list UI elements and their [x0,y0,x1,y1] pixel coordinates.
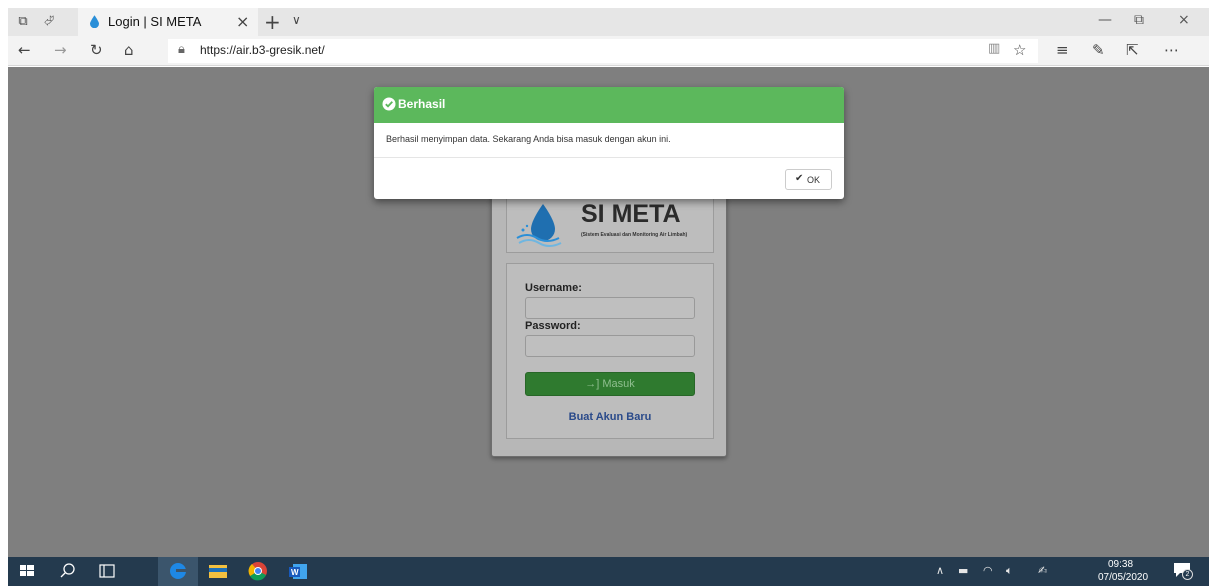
login-form: Username: Password: →] Masuk Buat Akun B… [506,263,714,439]
notification-count: 2 [1182,569,1193,580]
forward-icon[interactable]: → [54,41,67,59]
new-tab-icon[interactable]: + [264,10,281,34]
success-dialog: Berhasil Berhasil menyimpan data. Sekara… [374,87,844,199]
minimize-icon[interactable]: — [1098,12,1112,28]
restore-icon[interactable]: ⧉ [1134,12,1144,28]
clock-date[interactable]: 07/05/2020 [1098,572,1148,583]
check-icon: ✔ [795,173,804,184]
home-icon[interactable]: ⌂ [124,41,134,59]
password-label: Password: [525,320,581,332]
sign-in-icon: →] [585,378,600,390]
windows-taskbar: W ∧ ▬ ◠ 🔈︎ ✍ 09:38 07/05/2020 2 [8,557,1209,586]
search-icon[interactable] [48,557,88,586]
dialog-body: Berhasil menyimpan data. Sekarang Anda b… [374,123,844,158]
water-drop-icon [90,15,99,28]
share-icon[interactable]: ⇱ [1126,41,1139,59]
clock-time[interactable]: 09:38 [1108,559,1133,570]
browser-tab[interactable]: Login | SI META × [78,8,258,36]
dialog-message: Berhasil menyimpan data. Sekarang Anda b… [386,134,671,144]
task-view-icon[interactable] [88,557,128,586]
screen: ⧉ ⮰ Login | SI META × + ∨ — ⧉ × ← → ↻ ⌂ … [8,8,1209,586]
chevron-down-icon[interactable]: ∨ [292,13,301,27]
check-circle-icon [382,97,396,111]
show-hidden-icons-icon[interactable]: ∧ [936,564,944,577]
login-button[interactable]: →] Masuk [525,372,695,396]
login-panel: SI META (Sistem Evaluasi dan Monitoring … [491,192,727,457]
volume-icon[interactable]: 🔈︎ [1006,564,1013,578]
battery-icon[interactable]: ▬ [958,564,968,577]
edge-icon[interactable] [158,557,198,586]
chrome-icon[interactable] [238,557,278,586]
tab-preview-icon[interactable]: ⧉ [14,13,32,31]
favorite-star-icon[interactable]: ☆ [1013,41,1026,59]
username-label: Username: [525,282,582,294]
ok-button-label: OK [807,175,821,185]
browser-tab-bar: ⧉ ⮰ Login | SI META × + ∨ — ⧉ × [8,8,1209,36]
logo-box: SI META (Sistem Evaluasi dan Monitoring … [506,195,714,253]
address-bar[interactable]: 🔒︎ https://air.b3-gresik.net/ [168,39,1038,63]
tab-title: Login | SI META [108,14,202,29]
set-aside-tabs-icon[interactable]: ⮰ [40,13,58,31]
pen-workspace-icon[interactable]: ✍ [1038,564,1047,577]
more-icon[interactable]: ⋯ [1164,41,1179,59]
page-backdrop: SI META (Sistem Evaluasi dan Monitoring … [8,67,1209,557]
logo-subtitle: (Sistem Evaluasi dan Monitoring Air Limb… [581,232,688,238]
refresh-icon[interactable]: ↻ [90,41,103,59]
close-window-icon[interactable]: × [1178,12,1190,28]
browser-toolbar: ← → ↻ ⌂ 🔒︎ https://air.b3-gresik.net/ ▥ … [8,36,1209,66]
wifi-icon[interactable]: ◠ [983,564,993,577]
reading-view-icon[interactable]: ▥ [988,41,1000,56]
ok-button[interactable]: ✔ OK [785,169,832,190]
water-drop-logo [516,204,562,247]
file-explorer-icon[interactable] [198,557,238,586]
dialog-title: Berhasil [398,97,446,111]
password-input[interactable] [525,335,695,357]
close-tab-icon[interactable]: × [236,12,249,31]
logo-title: SI META [581,200,681,228]
dialog-header: Berhasil [374,87,844,123]
login-button-label: Masuk [602,378,635,390]
back-icon[interactable]: ← [18,41,31,59]
favorites-icon[interactable]: ≡ [1056,41,1069,59]
lock-icon: 🔒︎ [178,42,185,57]
create-account-link[interactable]: Buat Akun Baru [507,411,713,423]
pen-icon[interactable]: ✎ [1092,41,1105,59]
windows-start-icon[interactable] [8,557,48,586]
url-text[interactable]: https://air.b3-gresik.net/ [200,43,325,57]
word-icon[interactable]: W [278,557,318,586]
username-input[interactable] [525,297,695,319]
svg-text:W: W [291,568,299,577]
